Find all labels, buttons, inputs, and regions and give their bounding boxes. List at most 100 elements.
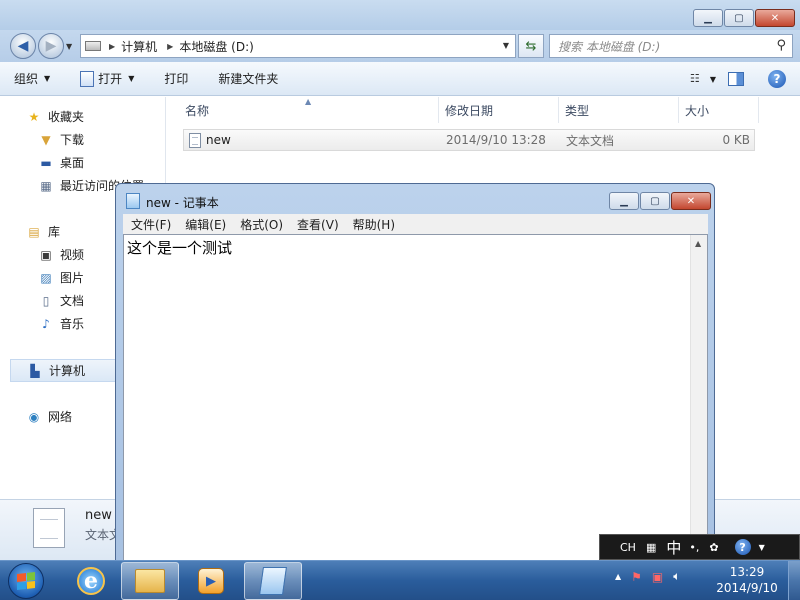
column-header-size[interactable]: 大小: [679, 97, 759, 123]
open-button[interactable]: 打开 ▼: [80, 70, 134, 87]
column-header-type[interactable]: 类型: [559, 97, 679, 123]
file-date: 2014/9/10 13:28: [446, 133, 546, 147]
taskbar-ie-button[interactable]: e: [62, 562, 120, 600]
text-file-icon: [189, 133, 201, 148]
back-button[interactable]: ◀: [10, 33, 36, 59]
taskbar-notepad-button[interactable]: [244, 562, 302, 600]
notepad-title: new - 记事本: [146, 196, 219, 210]
volume-icon[interactable]: 🔈︎: [673, 569, 680, 584]
print-label: 打印: [164, 72, 189, 86]
language-bar-options-icon[interactable]: ▼: [759, 543, 765, 552]
breadcrumb-arrow-icon[interactable]: ▶: [167, 42, 173, 51]
column-name-label: 名称: [185, 103, 210, 118]
system-tray: ▲ ⚑ ▣ 🔈︎: [615, 569, 690, 584]
taskbar-explorer-button[interactable]: [121, 562, 179, 600]
view-options-icon[interactable]: ☷: [690, 72, 706, 86]
breadcrumb-drive[interactable]: 本地磁盘 (D:): [179, 38, 253, 55]
breadcrumb-computer[interactable]: 计算机: [121, 38, 157, 55]
search-placeholder: 搜索 本地磁盘 (D:): [558, 39, 661, 54]
punctuation-icon[interactable]: •,: [689, 541, 699, 554]
notepad-content: 这个是一个测试: [127, 239, 233, 257]
notepad-close-button[interactable]: ✕: [671, 192, 711, 210]
help-icon[interactable]: ?: [734, 539, 751, 555]
clock-date: 2014/9/10: [716, 581, 778, 595]
new-folder-button[interactable]: 新建文件夹: [218, 70, 278, 87]
nav-documents-label: 文档: [60, 294, 85, 308]
column-header-date[interactable]: 修改日期: [439, 97, 559, 123]
ime-settings-icon[interactable]: ✿: [709, 541, 718, 554]
forward-button[interactable]: ▶: [38, 33, 64, 59]
nav-desktop[interactable]: ▬ 桌面: [0, 151, 166, 174]
nav-libraries-label: 库: [48, 225, 61, 239]
menu-format[interactable]: 格式(O): [240, 216, 283, 233]
maximize-icon: ▢: [734, 12, 744, 24]
nav-downloads[interactable]: ▼ 下载: [0, 128, 166, 151]
recent-pages-dropdown[interactable]: ▼: [66, 42, 72, 51]
text-document-large-icon: [33, 508, 65, 548]
nav-pictures-label: 图片: [60, 271, 85, 285]
breadcrumb-arrow-icon[interactable]: ▶: [109, 42, 115, 51]
computer-icon: ▙: [30, 363, 40, 378]
show-desktop-button[interactable]: [788, 561, 800, 600]
menu-file[interactable]: 文件(F): [131, 216, 171, 233]
taskbar: e ▶ ▲ ⚑ ▣ 🔈︎ 13:29 2014/9/10: [0, 560, 800, 600]
ime-mode[interactable]: 中: [666, 537, 681, 558]
notepad-maximize-button[interactable]: ▢: [640, 192, 670, 210]
desktop-icon: ▬: [40, 155, 52, 170]
notepad-window[interactable]: new - 记事本 ▁ ▢ ✕ 文件(F) 编辑(E) 格式(O) 查看(V) …: [115, 183, 715, 564]
menu-edit[interactable]: 编辑(E): [185, 216, 226, 233]
preview-pane-icon[interactable]: [728, 72, 744, 86]
file-type: 文本文档: [566, 133, 615, 148]
media-player-icon: ▶: [198, 568, 224, 594]
ime-pad-icon[interactable]: ▦: [646, 541, 656, 554]
notepad-text-area[interactable]: 这个是一个测试 ▲: [123, 234, 708, 564]
notepad-minimize-button[interactable]: ▁: [609, 192, 639, 210]
network-status-icon[interactable]: ▣: [652, 570, 663, 584]
explorer-close-button[interactable]: ✕: [755, 9, 795, 27]
star-icon: ★: [28, 109, 40, 124]
vertical-scrollbar[interactable]: ▲: [690, 235, 707, 563]
address-bar[interactable]: ▶ 计算机 ▶ 本地磁盘 (D:) ▼: [80, 34, 516, 58]
documents-icon: ▯: [42, 293, 50, 308]
help-icon[interactable]: ?: [768, 70, 786, 88]
show-hidden-icons-icon[interactable]: ▲: [615, 572, 621, 581]
refresh-button[interactable]: ⇆: [518, 34, 544, 58]
scroll-up-icon[interactable]: ▲: [695, 239, 701, 248]
menu-help[interactable]: 帮助(H): [353, 216, 395, 233]
taskbar-media-player-button[interactable]: ▶: [182, 562, 240, 600]
explorer-maximize-button[interactable]: ▢: [724, 9, 754, 27]
folder-icon: [135, 569, 165, 593]
file-row[interactable]: new 2014/9/10 13:28 文本文档 0 KB: [183, 129, 755, 151]
address-dropdown-icon[interactable]: ▼: [503, 41, 509, 50]
language-indicator[interactable]: CH: [620, 541, 636, 554]
nav-favorites-label: 收藏夹: [48, 110, 85, 124]
library-icon: ▤: [28, 224, 40, 239]
print-button[interactable]: 打印: [164, 70, 188, 87]
action-center-icon[interactable]: ⚑: [631, 570, 642, 584]
search-input[interactable]: 搜索 本地磁盘 (D:) ⚲: [549, 34, 793, 58]
pictures-icon: ▨: [40, 270, 52, 285]
explorer-minimize-button[interactable]: ▁: [693, 9, 723, 27]
nav-downloads-label: 下载: [60, 133, 85, 147]
video-icon: ▣: [40, 247, 52, 262]
column-header-name[interactable]: 名称: [179, 97, 439, 123]
nav-computer[interactable]: ▙ 计算机: [10, 359, 128, 382]
nav-favorites[interactable]: ★ 收藏夹: [0, 105, 166, 128]
clock-time: 13:29: [729, 565, 765, 579]
download-folder-icon: ▼: [41, 132, 51, 147]
view-dropdown-icon[interactable]: ▼: [710, 75, 716, 84]
start-button[interactable]: [8, 563, 44, 599]
new-folder-label: 新建文件夹: [218, 72, 279, 86]
search-icon[interactable]: ⚲: [776, 38, 786, 53]
column-size-label: 大小: [685, 103, 710, 118]
refresh-icon: ⇆: [525, 38, 537, 54]
language-bar[interactable]: CH ▦ 中 •, ✿ ? ▼: [599, 534, 800, 560]
explorer-titlebar[interactable]: ▁ ▢ ✕: [0, 0, 800, 30]
back-arrow-icon: ◀: [17, 38, 29, 54]
close-icon: ✕: [770, 12, 780, 24]
notepad-menubar: 文件(F) 编辑(E) 格式(O) 查看(V) 帮助(H): [123, 214, 708, 234]
organize-button[interactable]: 组织 ▼: [14, 70, 50, 87]
notepad-icon: [80, 70, 95, 87]
clock[interactable]: 13:29 2014/9/10: [712, 564, 782, 596]
menu-view[interactable]: 查看(V): [297, 216, 339, 233]
